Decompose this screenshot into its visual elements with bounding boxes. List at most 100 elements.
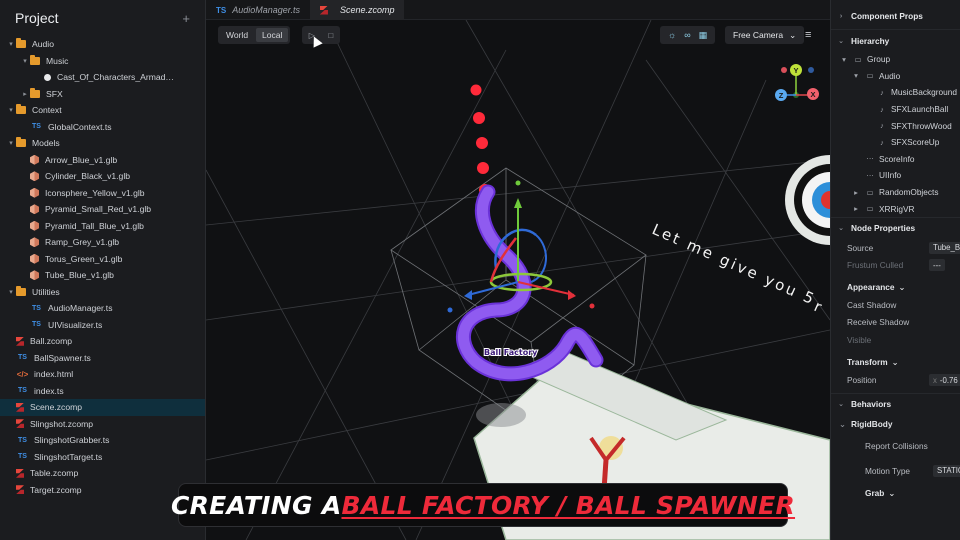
camera-select[interactable]: Free Camera ⌄ — [725, 26, 805, 44]
balls — [470, 84, 491, 196]
project-item[interactable]: TS GlobalContext.ts — [0, 119, 205, 136]
model-icon — [30, 171, 39, 182]
camera-label: Free Camera — [733, 30, 784, 40]
chevron-down-icon: ⌄ — [838, 401, 844, 409]
project-item[interactable]: TS SlingshotGrabber.ts — [0, 432, 205, 449]
transform-header[interactable]: Transform ⌄ — [831, 352, 960, 371]
chevron-down-icon[interactable]: ▾ — [6, 139, 16, 147]
project-item[interactable]: TS AudioManager.ts — [0, 300, 205, 317]
project-item[interactable]: ▾ Models — [0, 135, 205, 152]
project-title: Project — [15, 10, 59, 26]
project-item[interactable]: Cylinder_Black_v1.glb — [0, 168, 205, 185]
rigidbody-header[interactable]: ⌄ RigidBody — [831, 415, 960, 434]
project-item[interactable]: Arrow_Blue_v1.glb — [0, 152, 205, 169]
motion-type-select[interactable]: STATIC — [933, 464, 960, 477]
hierarchy-item[interactable]: ♪ MusicBackground — [831, 84, 960, 101]
project-item[interactable]: TS UIVisualizer.ts — [0, 317, 205, 334]
project-item[interactable]: Slingshot.zcomp — [0, 416, 205, 433]
hierarchy-item[interactable]: ♪ SFXScoreUp — [831, 134, 960, 151]
project-item[interactable]: Ramp_Grey_v1.glb — [0, 234, 205, 251]
orientation-gizmo[interactable]: Y X Z — [775, 64, 819, 101]
behaviors-header[interactable]: ⌄ Behaviors — [831, 392, 960, 415]
world-button[interactable]: World — [220, 28, 254, 42]
project-item[interactable]: ▸ SFX — [0, 86, 205, 103]
chevron-right-icon[interactable]: ▸ — [851, 204, 861, 213]
hierarchy-item[interactable]: ▾ ▭ Audio — [831, 68, 960, 85]
position-label: Position — [847, 375, 877, 386]
project-item[interactable]: Ball.zcomp — [0, 333, 205, 350]
chevron-down-icon[interactable]: ▾ — [851, 71, 861, 80]
light-icon[interactable]: ☼ — [668, 30, 676, 40]
link-icon[interactable]: ∞ — [684, 30, 690, 40]
project-item[interactable]: TS SlingshotTarget.ts — [0, 449, 205, 466]
chevron-down-icon: ⌄ — [888, 488, 896, 499]
add-icon[interactable]: + — [182, 11, 190, 26]
position-x-field[interactable]: x -0.76 — [929, 374, 960, 387]
chevron-down-icon[interactable]: ▾ — [839, 55, 849, 64]
report-collisions-row[interactable]: Report Collisions — [831, 434, 960, 459]
project-item[interactable]: Tube_Blue_v1.glb — [0, 267, 205, 284]
component-props-header[interactable]: › Component Props — [831, 3, 960, 29]
project-item[interactable]: TS BallSpawner.ts — [0, 350, 205, 367]
visible-label: Visible — [847, 334, 872, 345]
project-item[interactable]: ▾ Music — [0, 53, 205, 70]
project-item-label: SlingshotTarget.ts — [34, 451, 103, 462]
sub-label: RigidBody — [851, 419, 893, 430]
scene-viewport[interactable]: Let me give you 5 r Ball Factory Y X Z W… — [206, 20, 830, 540]
tab-audiomanager[interactable]: TS AudioManager.ts — [206, 0, 310, 20]
project-item[interactable]: Pyramid_Tall_Blue_v1.glb — [0, 218, 205, 235]
hierarchy-item[interactable]: ▾ ▭ Group — [831, 51, 960, 68]
chevron-down-icon[interactable]: ▾ — [20, 57, 30, 65]
visible-row[interactable]: Visible — [831, 331, 960, 348]
hierarchy-item[interactable]: ▸ ▭ XRRigVR — [831, 200, 960, 217]
local-button[interactable]: Local — [256, 28, 289, 42]
project-item[interactable]: Torus_Green_v1.glb — [0, 251, 205, 268]
project-item[interactable]: Table.zcomp — [0, 465, 205, 482]
source-field[interactable]: Tube_B — [929, 241, 960, 254]
tab-scene[interactable]: Scene.zcomp — [309, 0, 405, 20]
project-item[interactable]: Cast_Of_Characters_Armad… — [0, 69, 205, 86]
node-icon: ⋯ — [866, 154, 874, 164]
project-item[interactable]: ▾ Context — [0, 102, 205, 119]
project-item[interactable]: ▾ Utilities — [0, 284, 205, 301]
chevron-down-icon[interactable]: ▾ — [6, 288, 16, 296]
menu-icon[interactable]: ≡ — [805, 26, 811, 44]
project-item[interactable]: ▾ Audio — [0, 36, 205, 53]
project-item[interactable]: TS index.ts — [0, 383, 205, 400]
hierarchy-item[interactable]: ♪ SFXThrowWood — [831, 117, 960, 134]
typescript-icon: TS — [32, 123, 41, 131]
project-item[interactable]: </> index.html — [0, 366, 205, 383]
appearance-header[interactable]: Appearance ⌄ — [831, 278, 960, 297]
hierarchy-item[interactable]: ▸ ▭ RandomObjects — [831, 184, 960, 201]
hierarchy-header[interactable]: ⌄ Hierarchy — [831, 29, 960, 51]
hierarchy-item[interactable]: ⋯ UIInfo — [831, 167, 960, 184]
project-item-label: Slingshot.zcomp — [30, 418, 94, 429]
space-toggle: World Local — [218, 26, 291, 44]
hierarchy-item-label: Audio — [879, 70, 901, 81]
chevron-right-icon[interactable]: ▸ — [851, 188, 861, 197]
axis-label: x — [933, 375, 937, 385]
zcomp-icon — [319, 5, 328, 15]
hierarchy-item[interactable]: ⋯ ScoreInfo — [831, 151, 960, 168]
node-properties-header[interactable]: ⌄ Node Properties — [831, 216, 960, 239]
project-item[interactable]: Pyramid_Small_Red_v1.glb — [0, 201, 205, 218]
project-header: Project + — [0, 0, 205, 36]
frustum-select[interactable]: --- — [929, 259, 945, 272]
grid-icon[interactable]: ▦ — [699, 30, 708, 41]
project-item[interactable]: Scene.zcomp — [0, 399, 205, 416]
hierarchy-tree: ▾ ▭ Group ▾ ▭ Audio ♪ MusicBackground ♪ SFXLaunch… — [831, 51, 960, 217]
grab-header[interactable]: Grab ⌄ — [831, 484, 960, 503]
scene-canvas[interactable]: Let me give you 5 r Ball Factory Y X Z — [206, 20, 830, 540]
receive-shadow-row[interactable]: Receive Shadow — [831, 314, 960, 331]
chevron-right-icon[interactable]: ▸ — [20, 90, 30, 98]
stop-icon[interactable]: □ — [328, 31, 333, 40]
shadow — [476, 403, 526, 427]
project-item-label: Table.zcomp — [30, 468, 79, 479]
tab-label: AudioManager.ts — [232, 5, 300, 15]
project-panel: Project + ▾ Audio ▾ Music Cast_Of_Characters… — [0, 0, 206, 540]
project-item[interactable]: Iconsphere_Yellow_v1.glb — [0, 185, 205, 202]
hierarchy-item[interactable]: ♪ SFXLaunchBall — [831, 101, 960, 118]
chevron-down-icon[interactable]: ▾ — [6, 106, 16, 114]
chevron-down-icon[interactable]: ▾ — [6, 40, 16, 48]
cast-shadow-row[interactable]: Cast Shadow — [831, 297, 960, 314]
